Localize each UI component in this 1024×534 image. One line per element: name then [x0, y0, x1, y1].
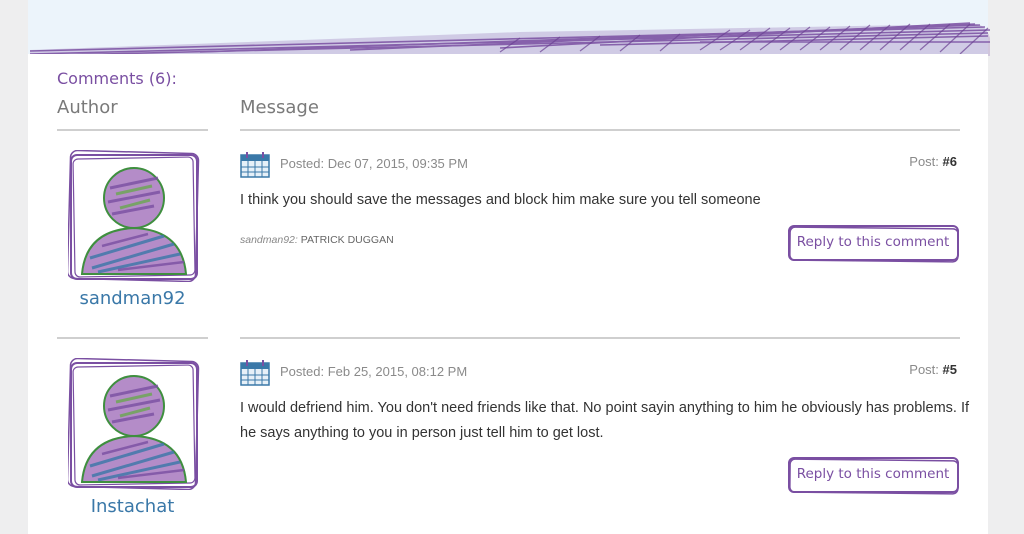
comment-separator-rule: [240, 337, 960, 339]
comment-message: I would defriend him. You don't need fri…: [240, 400, 970, 441]
calendar-icon: [240, 360, 270, 386]
post-label: Post:: [909, 154, 939, 169]
comment-separator-rule: [57, 337, 208, 339]
comment-author-username[interactable]: Instachat: [60, 496, 205, 517]
author-header-rule: [57, 129, 208, 131]
post-number-value: #5: [942, 362, 957, 377]
comment-posted-date: Posted: Dec 07, 2015, 09:35 PM: [280, 156, 468, 171]
comment-post-number: Post: #5: [909, 362, 957, 377]
post-number-value: #6: [942, 154, 957, 169]
comment-message: I think you should save the messages and…: [240, 192, 761, 208]
reply-to-comment-button[interactable]: Reply to this comment: [788, 457, 959, 495]
reply-to-comment-button[interactable]: Reply to this comment: [788, 225, 959, 263]
comment-post-number: Post: #6: [909, 154, 957, 169]
default-avatar-icon: [68, 358, 200, 490]
comment-author-username[interactable]: sandman92: [60, 288, 205, 309]
author-column-header: Author: [57, 97, 118, 118]
signature-name: PATRICK DUGGAN: [300, 234, 394, 246]
signature-user: sandman92:: [240, 234, 298, 246]
reply-button-label[interactable]: Reply to this comment: [788, 234, 958, 250]
calendar-icon: [240, 152, 270, 178]
message-column-header: Message: [240, 97, 319, 118]
message-header-rule: [240, 129, 960, 131]
reply-button-label[interactable]: Reply to this comment: [788, 466, 958, 482]
comment-signature: sandman92: PATRICK DUGGAN: [240, 234, 394, 246]
comments-count-heading: Comments (6):: [57, 69, 177, 88]
post-label: Post:: [909, 362, 939, 377]
comment-posted-date: Posted: Feb 25, 2015, 08:12 PM: [280, 364, 468, 379]
default-avatar-icon: [68, 150, 200, 282]
